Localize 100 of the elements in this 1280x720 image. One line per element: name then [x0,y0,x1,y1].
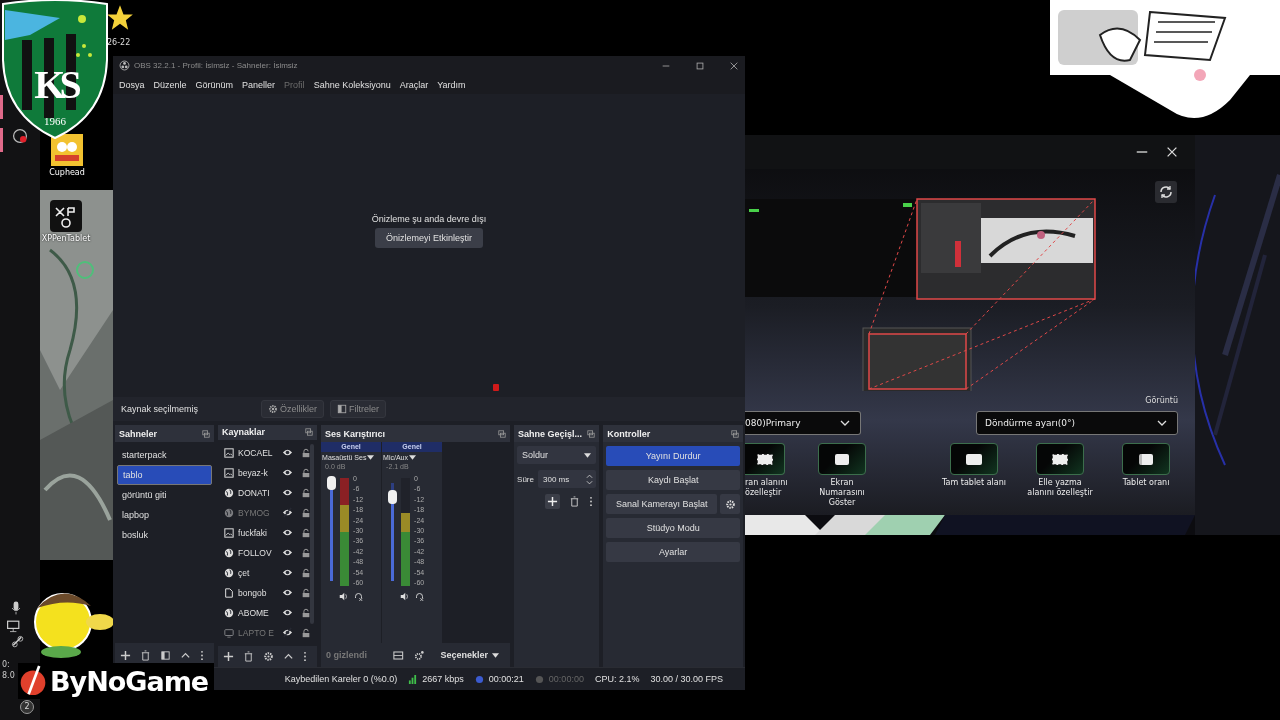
more-icon[interactable] [303,650,308,662]
option-tile[interactable] [950,443,998,475]
refresh-icon[interactable] [1155,181,1177,203]
headphones-icon[interactable] [354,592,364,601]
headphones-icon[interactable] [415,592,425,601]
settings-icon[interactable] [263,650,275,662]
hidden-eye-icon[interactable] [282,627,294,639]
option-tile[interactable] [818,443,866,475]
monitor-icon [224,627,235,638]
menu-item[interactable]: Paneller [242,79,276,90]
record-icon [534,674,544,684]
source-name[interactable]: FOLLOV [238,547,277,558]
control-button[interactable]: Kaydı Başlat [606,470,740,490]
add-icon[interactable] [545,494,561,509]
option-tile[interactable] [1122,443,1170,475]
hidden-count: 0 gizlendi [326,650,369,660]
link-icon[interactable] [10,634,26,650]
options-button[interactable]: Seçenekler [434,649,506,661]
menu-item[interactable]: Düzenle [153,79,187,90]
option-tile[interactable] [1036,443,1084,475]
panel-title: Kaynaklar [222,427,266,438]
scene-item[interactable]: lapbop [117,505,213,525]
source-name[interactable]: çet [238,567,277,578]
lock-icon[interactable] [301,587,312,598]
window-title: OBS 32.2.1 - Profil: İsimsiz - Sahneler: İsimsiz [134,61,299,70]
toolbar-button[interactable]: Filtreler [330,400,387,418]
source-name[interactable]: fuckfaki [238,527,277,538]
trash-icon[interactable] [243,650,255,662]
undock-icon[interactable] [305,428,314,437]
add-icon[interactable] [223,650,235,662]
settings-button[interactable] [720,494,740,514]
lock-icon[interactable] [301,607,312,618]
scene-item[interactable]: görüntü giti [117,485,213,505]
app-icon [50,200,82,232]
rotation-dropdown[interactable]: Döndürme ayarı(0°) [976,411,1178,435]
source-name[interactable]: DONATI [238,487,277,498]
control-button[interactable]: Yayını Durdur [606,446,740,466]
control-button[interactable]: Stüdyo Modu [606,518,740,538]
trash-icon[interactable] [569,496,581,507]
option-label: ran alanını özelleştir [745,478,789,498]
more-icon[interactable] [200,649,204,661]
speaker-icon[interactable] [400,592,410,601]
lock-icon[interactable] [301,507,312,518]
slider-thumb[interactable] [327,476,337,490]
lock-icon[interactable] [301,487,312,498]
undock-icon[interactable] [498,429,507,438]
settings-icon[interactable] [414,649,425,661]
add-icon[interactable] [120,649,131,661]
menu-item[interactable]: Sahne Koleksiyonu [313,79,391,90]
menu-item[interactable]: Yardım [437,79,466,90]
source-name[interactable]: ABOME [238,607,277,618]
record-time: 00:00:00 [548,674,584,684]
monitor-icon[interactable] [6,618,22,634]
lock-icon[interactable] [301,527,312,538]
source-name[interactable]: beyaz-k [238,467,277,478]
layout-icon[interactable] [393,649,404,661]
filter-icon [337,404,347,414]
source-name[interactable]: KOCAEL [238,447,277,458]
enable-preview-button[interactable]: Önizlemeyi Etkinleştir [375,227,483,248]
source-name[interactable]: LAPTO E [238,627,277,638]
undock-icon[interactable] [202,429,211,438]
globe-icon [224,507,235,518]
caret-icon [409,455,416,460]
speaker-icon[interactable] [339,592,349,601]
lock-icon[interactable] [301,547,312,558]
brand-logo: ByNoGame [18,663,214,699]
lock-icon[interactable] [301,447,312,458]
slider-thumb[interactable] [388,489,398,504]
scene-item[interactable]: starterpack [117,445,213,465]
source-name[interactable]: bongob [238,587,277,598]
panel-title: Kontroller [607,428,651,439]
scene-item[interactable]: tablo [117,465,213,485]
stream-time: 00:00:21 [488,674,524,684]
lock-icon[interactable] [301,627,312,638]
control-button[interactable]: Sanal Kamerayı Başlat [606,494,717,514]
filter-icon[interactable] [160,649,171,661]
undock-icon[interactable] [587,429,596,438]
monitor-dropdown[interactable]: 080)Primary [745,411,861,435]
spinner-icon[interactable] [586,473,594,485]
transition-dropdown[interactable]: Soldur [517,446,597,464]
chevron-icon [840,420,850,426]
toolbar-button[interactable]: Özellikler [261,400,324,418]
menu-item[interactable]: Araçlar [399,79,429,90]
control-button[interactable]: Ayarlar [606,542,740,562]
source-name[interactable]: BYMOG [238,507,277,518]
more-icon[interactable] [589,496,594,507]
obs-icon[interactable] [12,128,28,144]
trash-icon[interactable] [140,649,151,661]
scene-item[interactable]: bosluk [117,525,213,545]
menu-item[interactable]: Dosya [119,79,145,90]
lock-icon[interactable] [301,467,312,478]
menu-item[interactable]: Görünüm [195,79,234,90]
maximize-icon[interactable] [695,60,705,71]
lock-icon[interactable] [301,567,312,578]
hidden-eye-icon[interactable] [282,507,294,519]
image-icon [224,527,235,538]
duration-field[interactable]: 300 ms [538,470,597,488]
option-tile[interactable] [745,443,785,475]
close-icon[interactable] [729,60,739,71]
undock-icon[interactable] [731,429,739,438]
